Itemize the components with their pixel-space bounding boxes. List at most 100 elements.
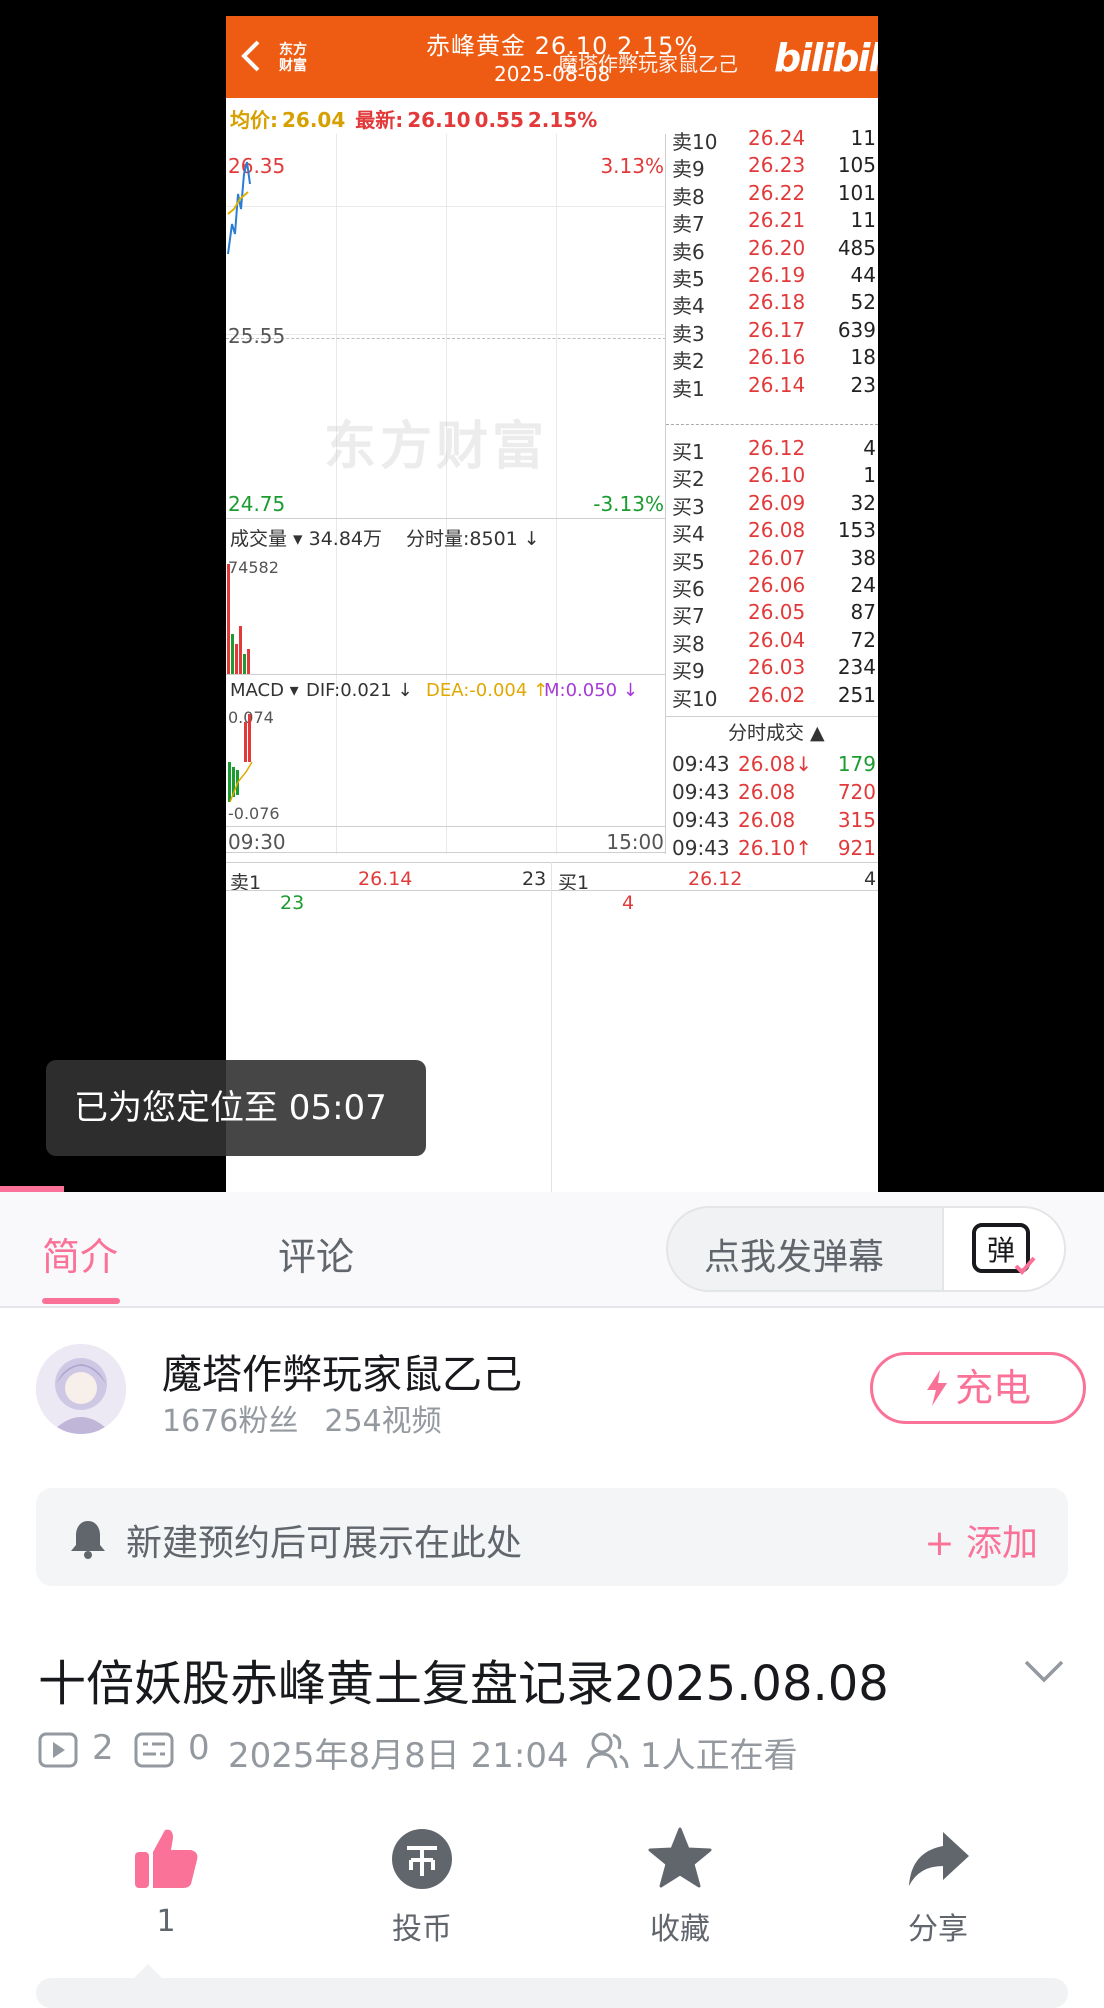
danmaku-input[interactable]: 点我发弹幕 弹 — [666, 1206, 1066, 1292]
ask-price: 26.22 — [748, 180, 806, 205]
share-button[interactable]: 分享 — [868, 1826, 1008, 1948]
favorite-button[interactable]: 收藏 — [610, 1826, 750, 1948]
trade-row: 09:43 26.08 720 — [666, 780, 878, 807]
danmaku-toggle-button[interactable]: 弹 — [942, 1208, 1064, 1290]
bid-row: 买4 26.08 153 — [666, 518, 878, 547]
video-player[interactable]: 东方 财富 赤峰黄金 26.10 2.15% 2025-08-08 魔塔作弊玩家鼠… — [0, 0, 1104, 1192]
danmaku-placeholder: 点我发弹幕 — [704, 1237, 885, 1278]
ask-row: 卖1 26.14 23 — [666, 372, 878, 401]
reservation-card: 新建预约后可展示在此处 + 添加 — [36, 1488, 1068, 1586]
uploader-stats: 1676粉丝 254视频 — [162, 1396, 468, 1440]
uploader-videos: 254视频 — [324, 1404, 442, 1439]
ask-level: 卖5 — [672, 267, 705, 291]
time-start-label: 09:30 — [228, 830, 286, 854]
trade-volume: 921 — [837, 836, 876, 860]
tab-intro[interactable]: 简介 — [42, 1226, 118, 1281]
uploader-name[interactable]: 魔塔作弊玩家鼠乙己 — [162, 1342, 522, 1400]
pct-low-label: -3.13% — [593, 492, 664, 516]
avg-label: 均价: — [230, 108, 278, 132]
ask-price: 26.17 — [748, 317, 806, 342]
bid-price: 26.07 — [748, 545, 806, 570]
macd-bars — [228, 714, 253, 803]
price-line — [227, 161, 251, 255]
time-end-label: 15:00 — [606, 830, 664, 854]
ask-price: 26.14 — [748, 372, 806, 397]
best-bid-volume: 4 — [864, 868, 877, 890]
bid-row: 买3 26.09 32 — [666, 491, 878, 519]
bid-row: 买5 26.07 38 — [666, 545, 878, 574]
bid-level: 买4 — [672, 522, 705, 547]
chevron-down-icon[interactable] — [1020, 1652, 1068, 1688]
latest-label: 最新: — [355, 108, 404, 132]
trade-row: 09:43 26.10↑ 921 — [666, 836, 878, 863]
ask-row: 卖3 26.17 639 — [666, 317, 878, 346]
danmaku-icon: 弹 — [972, 1223, 1036, 1275]
ask-volume: 44 — [850, 263, 876, 287]
ask-price: 26.16 — [748, 345, 806, 370]
ask-level: 卖1 — [672, 376, 705, 401]
uploader-avatar[interactable] — [36, 1344, 126, 1434]
danmaku-icon-text: 弹 — [987, 1234, 1015, 1267]
ask-volume: 639 — [837, 317, 876, 342]
ask-row: 卖7 26.21 11 — [666, 208, 878, 236]
trade-row: 09:43 26.08 315 — [666, 808, 878, 835]
like-count: 1 — [156, 1904, 176, 1939]
charge-button[interactable]: 充电 — [870, 1352, 1086, 1424]
latest-change: 0.55 — [474, 108, 524, 132]
ask-row: 卖8 26.22 101 — [666, 180, 878, 209]
play-count-icon — [38, 1732, 78, 1768]
pct-high-label: 3.13% — [600, 154, 664, 178]
bid-level: 买2 — [672, 467, 705, 492]
chart-watermark: 东方财富 — [324, 417, 549, 477]
reservation-add-button[interactable]: + 添加 — [924, 1514, 1038, 1566]
best-bid-price: 26.12 — [688, 868, 743, 890]
bid-row: 买9 26.03 234 — [666, 655, 878, 683]
bottom-panel-edge — [36, 1978, 1068, 2008]
ask-price: 26.21 — [748, 208, 806, 233]
avg-value: 26.04 — [282, 108, 346, 132]
macd-dif: DIF:0.021 ↓ — [306, 680, 413, 701]
bid-row: 买1 26.12 4 — [666, 436, 878, 464]
coin-label: 投币 — [392, 1912, 452, 1947]
ask-volume: 11 — [850, 126, 876, 150]
video-title: 十倍妖股赤峰黄土复盘记录2025.08.08 — [38, 1656, 889, 1712]
ask-row: 卖4 26.18 52 — [666, 290, 878, 318]
ask-volume: 11 — [850, 208, 876, 233]
ask-level: 卖8 — [672, 184, 705, 209]
bid-level: 买5 — [672, 549, 705, 574]
bid-level: 买8 — [672, 631, 705, 656]
trade-price: 26.08 — [738, 780, 796, 804]
coin-button[interactable]: 投币 — [352, 1826, 492, 1948]
star-icon — [648, 1827, 712, 1888]
ask-price: 26.20 — [748, 235, 806, 260]
ask-volume: 101 — [837, 180, 876, 205]
ask-level: 卖9 — [672, 157, 705, 182]
bid-price: 26.03 — [748, 655, 806, 680]
tab-comments[interactable]: 评论 — [278, 1226, 354, 1281]
ask-price: 26.24 — [748, 126, 806, 150]
publish-time: 2025年8月8日 21:04 — [228, 1736, 569, 1776]
reservation-text: 新建预约后可展示在此处 — [126, 1523, 523, 1564]
bid-row: 买10 26.02 251 — [666, 683, 878, 711]
video-frame[interactable]: 东方 财富 赤峰黄金 26.10 2.15% 2025-08-08 魔塔作弊玩家鼠… — [226, 16, 878, 1192]
quote-line: 均价: 26.04 最新: 26.10 0.55 2.15% — [230, 104, 601, 133]
like-button[interactable]: 1 — [96, 1826, 236, 1939]
bid-volume: 72 — [850, 627, 876, 652]
bid-level: 买1 — [672, 440, 705, 464]
favorite-label: 收藏 — [650, 1912, 710, 1947]
latest-price: 26.10 — [407, 108, 471, 132]
trade-time: 09:43 — [672, 836, 730, 860]
volume-detail: 分时量:8501 ↓ — [406, 528, 540, 550]
back-arrow-icon — [241, 40, 260, 72]
share-label: 分享 — [908, 1912, 968, 1947]
lightning-icon — [926, 1369, 947, 1406]
ask-price: 26.23 — [748, 153, 806, 178]
uploader-fans: 1676粉丝 — [162, 1404, 299, 1439]
bid-level: 买6 — [672, 577, 705, 601]
bilibili-logo: bilibili — [774, 36, 878, 80]
macd-dea: DEA:-0.004 ↑ — [426, 680, 549, 701]
ask-volume: 23 — [850, 372, 876, 397]
trade-price: 26.08 — [738, 808, 796, 832]
eastmoney-logo: 东方 财富 — [279, 42, 307, 74]
ask-row: 卖10 26.24 11 — [666, 126, 878, 154]
